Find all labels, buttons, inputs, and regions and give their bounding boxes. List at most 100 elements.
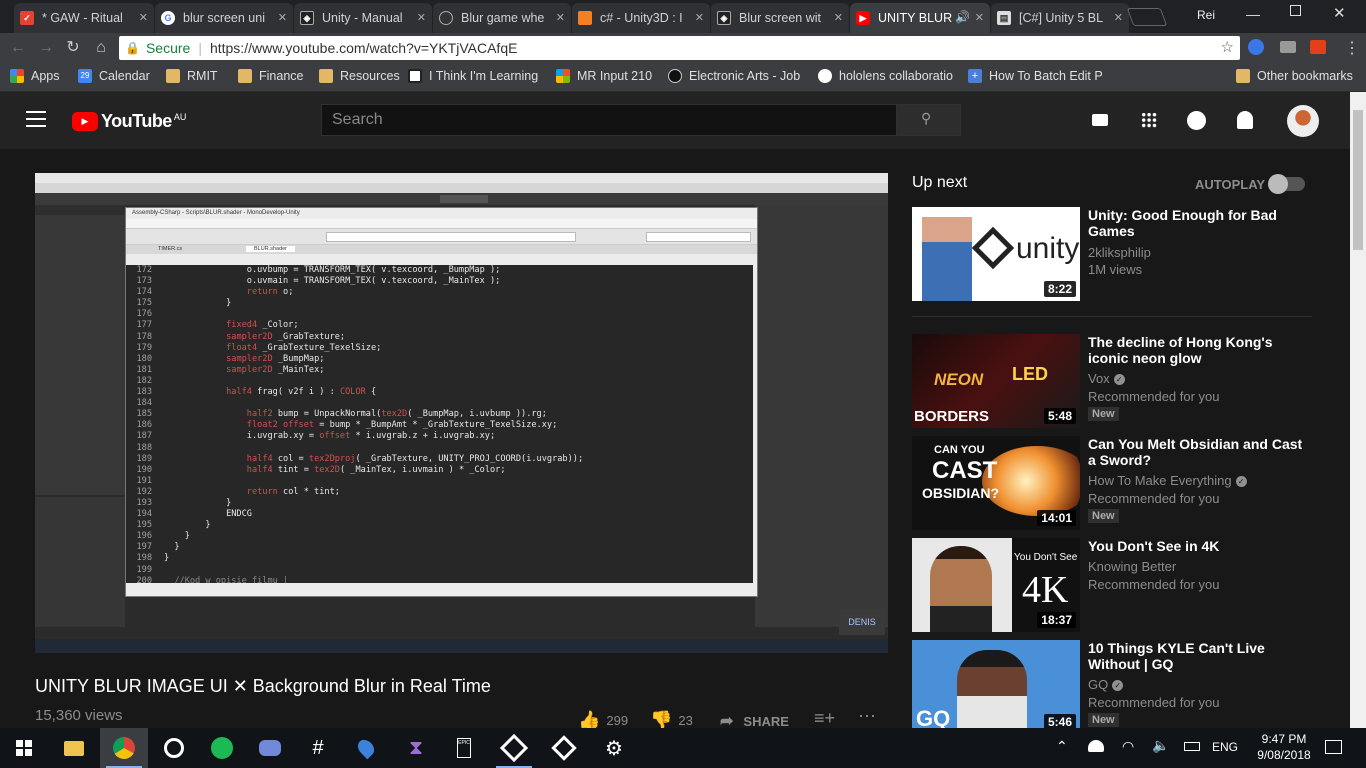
battery-icon[interactable] [1184,742,1200,751]
recommendation-title[interactable]: Can You Melt Obsidian and Cast a Sword? [1088,436,1303,468]
clock-time[interactable]: 9:47 PM [1254,732,1314,746]
taskbar-spotify[interactable] [198,728,246,768]
wifi-icon[interactable]: ◠ [1122,738,1134,755]
tab-youtube-active[interactable]: ▶ UNITY BLUR 🔊 ✕ [850,3,990,33]
add-to-playlist-icon[interactable]: ≡+ [814,708,835,729]
taskbar-unity[interactable] [490,728,538,768]
hamburger-menu-icon[interactable] [26,111,46,127]
recommendation-item[interactable]: CAN YOU CAST OBSIDIAN? 14:01 Can You Mel… [912,436,1312,530]
tab-gaw[interactable]: ✓ * GAW - Ritual ✕ [14,3,154,33]
window-close-button[interactable]: ✕ [1333,4,1346,22]
tab-blur-screen-with[interactable]: ◈ Blur screen wit ✕ [711,3,849,33]
tab-stackoverflow[interactable]: c# - Unity3D : I ✕ [572,3,710,33]
scrollbar-thumb[interactable] [1353,110,1363,250]
close-icon[interactable]: ✕ [1114,11,1123,24]
recommendation-title[interactable]: The decline of Hong Kong's iconic neon g… [1088,334,1303,366]
messages-icon[interactable] [1187,111,1206,130]
taskbar-discord[interactable] [246,728,294,768]
bookmark-apps[interactable]: Apps [10,69,60,83]
start-button[interactable] [0,728,48,768]
bookmark-ea-job[interactable]: Electronic Arts - Job [668,69,800,83]
volume-icon[interactable]: 🔈 [1152,737,1169,754]
notifications-bell-icon[interactable] [1237,111,1253,129]
back-button[interactable]: ← [8,38,28,58]
recommendation-item[interactable]: NEON LED BORDERS 5:48 The decline of Hon… [912,334,1312,428]
bookmark-mr-input[interactable]: MR Input 210 [556,69,652,83]
minimize-button[interactable]: — [1246,6,1260,22]
tab-blur-screen[interactable]: G blur screen uni ✕ [155,3,293,33]
more-actions-icon[interactable]: ⋯ [858,706,876,727]
clock-date[interactable]: 9/08/2018 [1250,748,1318,762]
recommendation-item[interactable]: GQ 5:46 10 Things KYLE Can't Live Withou… [912,640,1312,728]
tab-unity5-blur[interactable]: ▤ [C#] Unity 5 BL ✕ [991,3,1129,33]
extension-icon[interactable] [1248,39,1264,55]
bookmark-hololens[interactable]: hololens collaboratio [818,69,953,83]
close-icon[interactable]: ✕ [695,11,704,24]
page-scrollbar[interactable] [1350,92,1366,728]
taskbar-chrome[interactable] [100,728,148,768]
recommendation-title[interactable]: You Don't See in 4K [1088,538,1303,554]
bookmark-rmit[interactable]: RMIT [166,69,218,83]
maximize-button[interactable] [1290,5,1301,16]
video-player[interactable]: DENIS Assembly-CSharp - Scripts\BLUR.sha… [35,173,888,653]
onedrive-icon[interactable] [1088,740,1104,752]
taskbar-slack[interactable]: # [294,728,342,768]
taskbar-file-explorer[interactable] [50,728,98,768]
search-button[interactable]: ⚲ [896,104,961,136]
close-icon[interactable]: ✕ [556,11,565,24]
close-icon[interactable]: ✕ [417,11,426,24]
forward-button[interactable]: → [36,38,56,58]
bookmark-resources[interactable]: Resources [319,69,400,83]
tab-unity-manual[interactable]: ◈ Unity - Manual ✕ [294,3,432,33]
channel-name[interactable]: GQ [1088,677,1108,692]
close-icon[interactable]: ✕ [975,11,984,24]
channel-name[interactable]: 2kliksphilip [1088,245,1151,260]
avatar[interactable] [1287,105,1319,137]
extension-red-icon[interactable] [1310,40,1326,54]
close-icon[interactable]: ✕ [834,11,843,24]
language-indicator[interactable]: ENG [1212,740,1238,754]
bookmark-learning[interactable]: I Think I'm Learning [408,69,538,83]
autoplay-toggle[interactable] [1268,174,1305,194]
menu-icon[interactable]: ⋮ [1344,38,1360,58]
taskbar-epic-games[interactable]: EPIC [440,728,488,768]
taskbar-unity-hub[interactable] [540,728,588,768]
bookmark-calendar[interactable]: 29 Calendar [78,69,150,83]
new-tab-button[interactable] [1126,8,1168,26]
recommendation-title[interactable]: 10 Things KYLE Can't Live Without | GQ [1088,640,1303,672]
taskbar-visual-studio[interactable]: ⧗ [392,728,440,768]
recommendation-item[interactable]: unity 8:22 Unity: Good Enough for Bad Ga… [912,207,1312,301]
bookmark-finance[interactable]: Finance [238,69,303,83]
reload-button[interactable]: ↻ [63,38,83,58]
recommendation-item[interactable]: You Don't See in 4K 18:37 You Don't See … [912,538,1312,632]
bookmark-other[interactable]: Other bookmarks [1236,69,1353,83]
tab-blur-game[interactable]: Blur game whe ✕ [433,3,571,33]
bookmark-star-icon[interactable]: ☆ [1221,38,1234,56]
youtube-logo[interactable]: ▶ YouTube AU [72,111,186,132]
channel-name[interactable]: Vox [1088,371,1110,386]
taskbar-app[interactable] [150,728,198,768]
create-video-icon[interactable] [1092,114,1108,126]
home-button[interactable]: ⌂ [91,38,111,58]
bookmark-batch-edit[interactable]: + How To Batch Edit P [968,69,1103,83]
taskbar-settings[interactable]: ⚙ [590,728,638,768]
audio-playing-icon[interactable]: 🔊 [955,10,970,24]
video-thumbnail[interactable]: GQ 5:46 [912,640,1080,728]
close-icon[interactable]: ✕ [139,11,148,24]
mail-extension-icon[interactable] [1280,41,1296,53]
url-text[interactable]: https://www.youtube.com/watch?v=YKTjVACA… [210,40,518,56]
profile-name[interactable]: Rei [1197,8,1215,22]
apps-grid-icon[interactable] [1141,112,1157,128]
video-thumbnail[interactable]: You Don't See in 4K 18:37 [912,538,1080,632]
omnibox[interactable]: 🔒 Secure | https://www.youtube.com/watch… [119,36,1240,60]
close-icon[interactable]: ✕ [278,11,287,24]
recommendation-title[interactable]: Unity: Good Enough for Bad Games [1088,207,1303,239]
video-thumbnail[interactable]: CAN YOU CAST OBSIDIAN? 14:01 [912,436,1080,530]
video-thumbnail[interactable]: unity 8:22 [912,207,1080,301]
channel-name[interactable]: Knowing Better [1088,559,1176,574]
video-thumbnail[interactable]: NEON LED BORDERS 5:48 [912,334,1080,428]
action-center-icon[interactable] [1325,740,1342,754]
taskbar-maps[interactable] [342,728,390,768]
chevron-up-icon[interactable]: ⌃ [1056,738,1068,755]
search-input[interactable]: Search [321,104,897,136]
